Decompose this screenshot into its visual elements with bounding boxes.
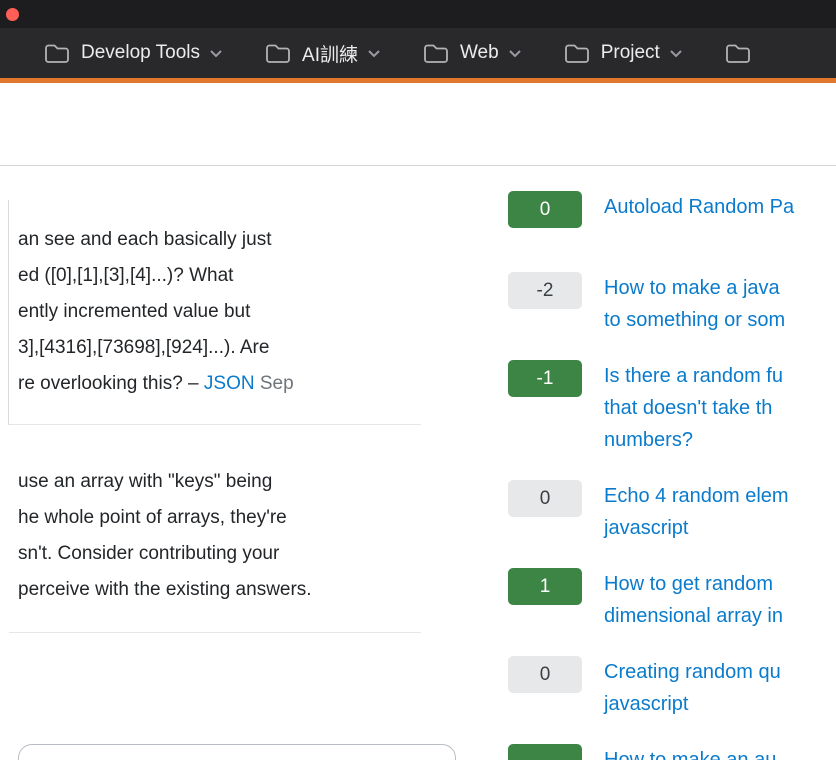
bookmark-folder-ai-training[interactable]: AI訓練 — [265, 40, 381, 67]
comment-text: re overlooking this? – — [18, 373, 204, 394]
comment: use an array with "keys" being he whole … — [18, 464, 312, 608]
comment-text-line: ed ([0],[1],[3],[4]...)? What — [18, 258, 294, 294]
related-question-link[interactable]: to something or som — [604, 304, 785, 336]
related-questions-list: 0 Autoload Random Pa -2 How to make a ja… — [508, 191, 836, 760]
related-question-item: 0 Creating random qu javascript — [508, 656, 836, 720]
comment-text-line: re overlooking this? – JSON Sep — [18, 366, 294, 402]
related-question-link[interactable]: javascript — [604, 512, 789, 544]
related-question-link[interactable]: Is there a random fu — [604, 360, 783, 392]
window-close-button[interactable] — [6, 8, 19, 21]
chevron-down-icon — [209, 49, 223, 58]
comment-text-line: 3],[4316],[73698],[924]...). Are — [18, 330, 294, 366]
related-question-link[interactable]: How to get random — [604, 568, 783, 600]
related-question-item: -2 How to make a java to something or so… — [508, 272, 836, 336]
related-question-link[interactable]: Echo 4 random elem — [604, 480, 789, 512]
bookmark-label: Project — [601, 42, 660, 64]
chevron-down-icon — [669, 49, 683, 58]
bookmark-folder-develop-tools[interactable]: Develop Tools — [44, 42, 223, 64]
related-question-link[interactable]: javascript — [604, 688, 781, 720]
comment-editor-box[interactable] — [18, 744, 456, 760]
vote-count-badge: 0 — [508, 191, 582, 228]
related-question-link[interactable]: How to make an au — [604, 744, 776, 760]
bookmark-folder-project[interactable]: Project — [564, 42, 683, 64]
bookmark-folder-web[interactable]: Web — [423, 42, 522, 64]
folder-icon — [44, 43, 70, 63]
related-question-item: 1 How to get random dimensional array in — [508, 568, 836, 632]
related-question-link[interactable]: dimensional array in — [604, 600, 783, 632]
related-question-link[interactable]: that doesn't take th — [604, 392, 783, 424]
comment-text-line: use an array with "keys" being — [18, 464, 312, 500]
vote-count-badge: -1 — [508, 360, 582, 397]
comment-author-link[interactable]: JSON — [204, 373, 255, 394]
comment-text-line: ently incremented value but — [18, 294, 294, 330]
vote-count-badge: -2 — [508, 272, 582, 309]
comment-divider — [9, 632, 421, 633]
comment-text-line: he whole point of arrays, they're — [18, 500, 312, 536]
bookmark-label: AI訓練 — [302, 40, 358, 67]
bookmark-folder-partial[interactable] — [725, 43, 751, 63]
comment-text-line: sn't. Consider contributing your — [18, 536, 312, 572]
comment-text-line: an see and each basically just — [18, 222, 294, 258]
related-question-item: 0 Echo 4 random elem javascript — [508, 480, 836, 544]
vote-count-badge: 0 — [508, 656, 582, 693]
related-question-link[interactable]: How to make a java — [604, 272, 785, 304]
chevron-down-icon — [367, 49, 381, 58]
related-question-item: -1 Is there a random fu that doesn't tak… — [508, 360, 836, 456]
bookmarks-bar: Develop Tools AI訓練 Web — [0, 28, 836, 78]
bookmark-label: Web — [460, 42, 499, 64]
vote-count-badge: 1 — [508, 568, 582, 605]
folder-icon — [564, 43, 590, 63]
comment-date-link[interactable]: Sep — [255, 373, 294, 394]
related-question-link[interactable]: Creating random qu — [604, 656, 781, 688]
comment: an see and each basically just ed ([0],[… — [18, 222, 294, 402]
vote-count-badge — [508, 744, 582, 760]
comment-left-border — [8, 200, 9, 425]
site-header — [0, 83, 836, 166]
folder-icon — [265, 43, 291, 63]
related-question-link[interactable]: numbers? — [604, 424, 783, 456]
browser-window: Develop Tools AI訓練 Web — [0, 0, 836, 760]
comment-divider — [9, 424, 421, 425]
window-titlebar — [0, 0, 836, 28]
chevron-down-icon — [508, 49, 522, 58]
folder-icon — [725, 43, 751, 63]
vote-count-badge: 0 — [508, 480, 582, 517]
folder-icon — [423, 43, 449, 63]
comment-text-line: perceive with the existing answers. — [18, 572, 312, 608]
related-question-item: 0 Autoload Random Pa — [508, 191, 836, 228]
bookmark-label: Develop Tools — [81, 42, 200, 64]
related-question-link[interactable]: Autoload Random Pa — [604, 191, 794, 223]
related-question-item: How to make an au — [508, 744, 836, 760]
